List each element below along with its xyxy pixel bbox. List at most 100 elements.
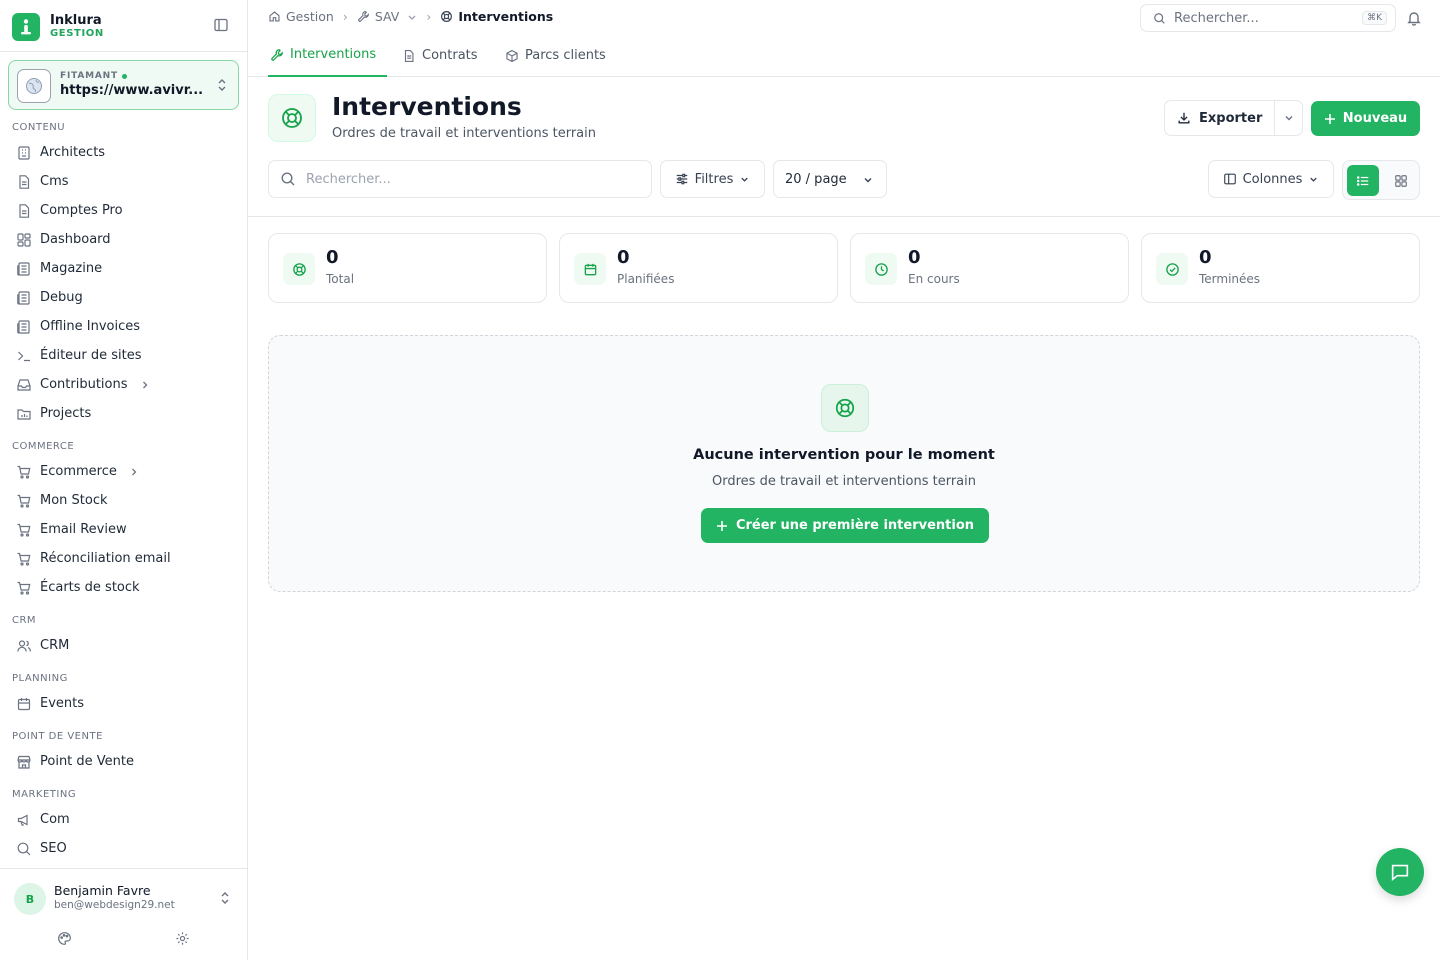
filters-button[interactable]: Filtres: [660, 160, 765, 198]
tab-label: Contrats: [422, 48, 478, 63]
export-dropdown-button[interactable]: [1275, 112, 1302, 124]
bell-icon[interactable]: [1406, 10, 1422, 26]
cart-icon: [17, 581, 31, 595]
stat-value: 0: [1199, 247, 1212, 268]
user-email: ben@webdesign29.net: [54, 899, 175, 911]
globe-icon: [17, 69, 51, 103]
sidebar-item-reconciliation-email[interactable]: Réconciliation email: [0, 544, 247, 573]
chevron-right-icon: ›: [426, 9, 432, 24]
columns-icon: [1223, 173, 1236, 185]
palette-icon[interactable]: [57, 931, 72, 946]
export-button[interactable]: Exporter: [1165, 101, 1275, 135]
global-search-placeholder: Rechercher...: [1174, 10, 1259, 26]
breadcrumb: Gestion › SAV › Interventions: [268, 9, 553, 24]
cart-icon: [17, 552, 31, 566]
store-icon: [17, 755, 31, 769]
sidebar-item-label: Ecommerce: [40, 464, 117, 479]
global-search[interactable]: Rechercher... ⌘K: [1140, 4, 1396, 32]
chat-icon: [1391, 864, 1409, 882]
chevron-down-icon: [1285, 116, 1292, 121]
nav-group-label: COMMERCE: [12, 441, 75, 452]
sidebar-item-point-de-vente[interactable]: Point de Vente: [0, 747, 247, 776]
sidebar-item-label: Com: [40, 812, 70, 827]
sidebar-item-com[interactable]: Com: [0, 805, 247, 834]
chat-button[interactable]: [1376, 848, 1424, 896]
brand[interactable]: Inklura GESTION: [12, 10, 242, 44]
sidebar-item-label: Architects: [40, 145, 106, 160]
page-title: Interventions: [332, 92, 522, 121]
gear-icon[interactable]: [175, 931, 190, 946]
sidebar-item-crm[interactable]: CRM: [0, 631, 247, 660]
stat-label: En cours: [908, 272, 960, 286]
breadcrumb-home-label: Gestion: [286, 9, 334, 24]
sidebar-item-magazine[interactable]: Magazine: [0, 254, 247, 283]
list-icon: [1356, 175, 1369, 186]
cart-icon: [17, 494, 31, 508]
sidebar-item-ecommerce[interactable]: Ecommerce: [0, 457, 247, 486]
site-label: FITAMANT: [60, 71, 118, 81]
cart-icon: [17, 523, 31, 537]
stat-value: 0: [326, 247, 339, 268]
file-icon: [19, 174, 30, 189]
sidebar-item-editeur-de-sites[interactable]: Éditeur de sites: [0, 341, 247, 370]
sidebar-item-mon-stock[interactable]: Mon Stock: [0, 486, 247, 515]
package-icon: [506, 49, 518, 62]
sidebar-item-email-review[interactable]: Email Review: [0, 515, 247, 544]
chevrons-updown-icon[interactable]: [219, 891, 231, 905]
user-name: Benjamin Favre: [54, 883, 151, 898]
sidebar-item-ecarts-de-stock[interactable]: Écarts de stock: [0, 573, 247, 602]
sidebar-item-comptes-pro[interactable]: Comptes Pro: [0, 196, 247, 225]
sidebar-item-contributions[interactable]: Contributions: [0, 370, 247, 399]
search-icon: [281, 172, 295, 186]
sidebar-item-architects[interactable]: Architects: [0, 138, 247, 167]
sidebar-item-cms[interactable]: Cms: [0, 167, 247, 196]
columns-button[interactable]: Colonnes: [1208, 160, 1334, 198]
brand-name: Inklura: [50, 13, 102, 28]
sidebar-item-label: Projects: [40, 406, 92, 421]
stat-card-en-cours: 0 En cours: [850, 233, 1129, 303]
filters-label: Filtres: [694, 171, 734, 187]
stat-card-total: 0 Total: [268, 233, 547, 303]
sidebar-item-label: Debug: [40, 290, 83, 305]
home-icon: [269, 11, 280, 22]
grid-view-button[interactable]: [1385, 165, 1417, 196]
building-icon: [18, 145, 30, 160]
sidebar-item-offline-invoices[interactable]: Offline Invoices: [0, 312, 247, 341]
breadcrumb-home[interactable]: Gestion: [268, 9, 334, 24]
tab-parcs-clients[interactable]: Parcs clients: [505, 34, 606, 77]
breadcrumb-section-label: SAV: [374, 9, 400, 24]
search-icon: [1154, 12, 1165, 24]
sidebar-item-events[interactable]: Events: [0, 689, 247, 718]
tab-interventions[interactable]: Interventions: [268, 34, 387, 77]
sidebar-item-projects[interactable]: Projects: [0, 399, 247, 428]
stat-label: Planifiées: [617, 272, 675, 286]
list-view-button[interactable]: [1347, 165, 1379, 196]
tab-contrats[interactable]: Contrats: [402, 34, 478, 77]
export-label: Exporter: [1199, 110, 1263, 126]
lifebuoy-icon: [283, 253, 315, 285]
sidebar-item-debug[interactable]: Debug: [0, 283, 247, 312]
sidebar-toggle-icon[interactable]: [213, 17, 229, 33]
sidebar-item-seo[interactable]: SEO: [0, 834, 247, 863]
avatar: B: [14, 883, 46, 915]
sidebar-item-dashboard[interactable]: Dashboard: [0, 225, 247, 254]
empty-subtitle: Ordres de travail et interventions terra…: [712, 474, 976, 489]
sidebar-item-label: SEO: [40, 841, 67, 856]
wrench-icon: [357, 11, 369, 22]
folder-chart-icon: [17, 408, 31, 420]
site-switcher[interactable]: FITAMANT https://www.avivr...: [8, 60, 239, 110]
create-first-intervention-button[interactable]: Créer une première intervention: [701, 508, 989, 543]
sidebar-item-label: Contributions: [40, 377, 128, 392]
sidebar-item-label: Cms: [40, 174, 69, 189]
sidebar-item-label: Écarts de stock: [40, 580, 140, 595]
user-panel[interactable]: B Benjamin Favre ben@webdesign29.net: [0, 868, 247, 960]
page-subtitle: Ordres de travail et interventions terra…: [332, 126, 596, 141]
list-search-input[interactable]: Rechercher...: [268, 160, 652, 198]
new-button[interactable]: Nouveau: [1311, 101, 1420, 136]
empty-title: Aucune intervention pour le moment: [693, 447, 995, 463]
lifebuoy-icon: [441, 11, 453, 22]
sidebar-item-label: Éditeur de sites: [40, 348, 142, 363]
page-size-select[interactable]: 20 / page: [773, 160, 887, 198]
breadcrumb-section[interactable]: SAV: [357, 9, 417, 24]
nav-group-label: CRM: [12, 615, 37, 626]
